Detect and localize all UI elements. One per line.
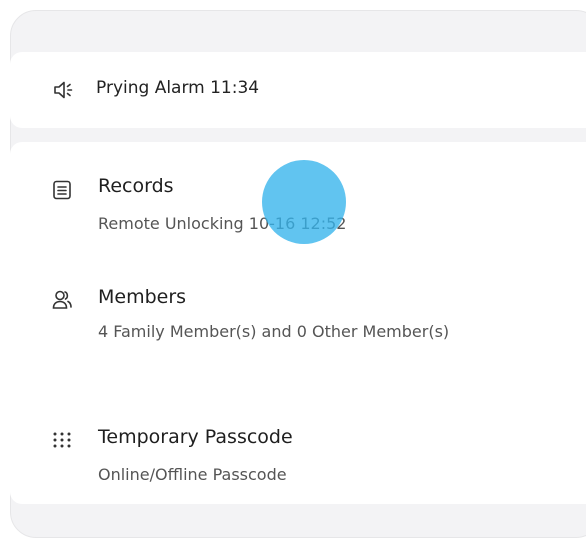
document-list-icon (50, 178, 74, 202)
menu-item-members[interactable]: Members 4 Family Member(s) and 0 Other M… (10, 262, 586, 392)
members-icon (50, 288, 74, 312)
menu-panel: Records Remote Unlocking 10-16 12:52 Mem… (10, 142, 586, 504)
keypad-icon (50, 428, 74, 452)
members-subtitle: 4 Family Member(s) and 0 Other Member(s) (98, 322, 450, 341)
speaker-alert-icon (52, 78, 76, 102)
records-title: Records (98, 175, 174, 197)
records-subtitle: Remote Unlocking 10-16 12:52 (98, 214, 347, 233)
members-title: Members (98, 286, 187, 308)
temporary-passcode-subtitle: Online/Offline Passcode (98, 465, 287, 484)
menu-item-records[interactable]: Records Remote Unlocking 10-16 12:52 (10, 142, 586, 262)
menu-item-temporary-passcode[interactable]: Temporary Passcode Online/Offline Passco… (10, 392, 586, 504)
alarm-row[interactable]: Prying Alarm 11:34 (10, 52, 586, 128)
alarm-label: Prying Alarm 11:34 (96, 78, 260, 98)
temporary-passcode-title: Temporary Passcode (98, 426, 293, 448)
